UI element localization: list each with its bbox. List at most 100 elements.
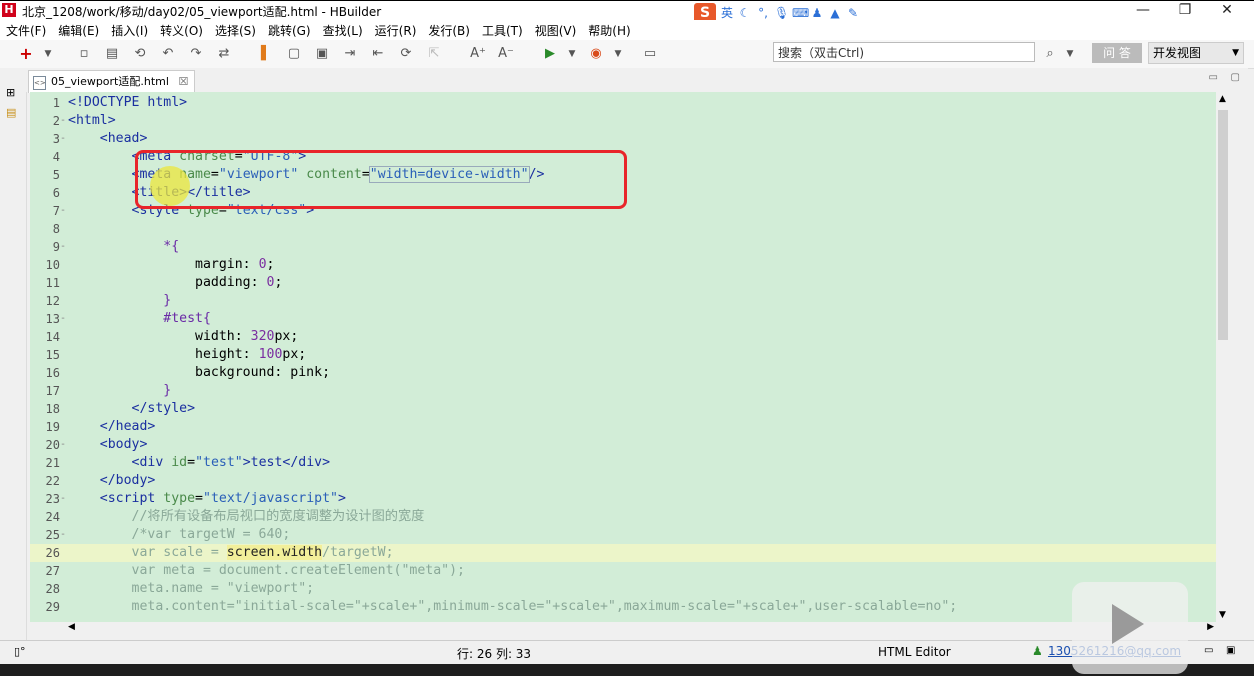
user-icon[interactable]: ♟ bbox=[810, 6, 824, 20]
menu-edit[interactable]: 编辑(E) bbox=[52, 22, 105, 39]
undo-icon[interactable]: ↶ bbox=[160, 46, 176, 62]
scroll-right-icon[interactable]: ▶ bbox=[1207, 622, 1214, 632]
format-icon[interactable]: ⇄ bbox=[216, 46, 232, 62]
view-select-label: 开发视图 bbox=[1153, 46, 1202, 60]
export-icon[interactable]: ⇱ bbox=[426, 46, 442, 62]
html-file-icon: <> bbox=[33, 76, 46, 90]
redo-icon[interactable]: ↷ bbox=[188, 46, 204, 62]
code-line: 10 margin: 0; bbox=[45, 257, 275, 272]
menu-file[interactable]: 文件(F) bbox=[0, 22, 52, 39]
code-line: 27 var meta = document.createElement("me… bbox=[45, 563, 465, 578]
save-icon[interactable]: ▫ bbox=[76, 46, 92, 62]
horizontal-scrollbar[interactable]: ◀ ▶ bbox=[66, 622, 1216, 636]
search-input[interactable]: 搜索（双击Ctrl) bbox=[773, 42, 1035, 62]
play-icon bbox=[1112, 604, 1144, 644]
browser-icon[interactable]: ◉ bbox=[588, 46, 604, 62]
tab-label: 05_viewport适配.html bbox=[51, 75, 169, 88]
restore-button[interactable]: ❐ bbox=[1170, 1, 1200, 21]
tab-close-icon[interactable]: ☒ bbox=[178, 75, 188, 88]
folder-icon[interactable]: ▤ bbox=[6, 106, 16, 119]
menu-escape[interactable]: 转义(O) bbox=[154, 22, 209, 39]
preview-icon[interactable]: ▭ bbox=[642, 46, 658, 62]
title-bar: H 北京_1208/work/移动/day02/05_viewport适配.ht… bbox=[0, 0, 1254, 23]
search-icon[interactable]: ⌕ bbox=[1042, 46, 1058, 62]
menu-tools[interactable]: 工具(T) bbox=[476, 22, 529, 39]
mic-icon[interactable]: 🎙 bbox=[774, 6, 789, 20]
cursor-position: 行: 26 列: 33 bbox=[457, 647, 532, 661]
run-icon[interactable]: ▶ bbox=[542, 46, 558, 62]
restore-panel-icon[interactable]: ▭ bbox=[1204, 645, 1213, 656]
taskbar-strip bbox=[0, 664, 1254, 676]
shirt-icon[interactable]: ▲ bbox=[828, 6, 842, 20]
code-line: 2- <html> bbox=[52, 113, 116, 128]
close-button[interactable]: ✕ bbox=[1212, 1, 1242, 21]
scroll-up-icon[interactable]: ▲ bbox=[1219, 94, 1226, 104]
menu-help[interactable]: 帮助(H) bbox=[582, 22, 636, 39]
search-dropdown-icon[interactable]: ▼ bbox=[1062, 46, 1078, 62]
open-file-icon[interactable]: ▣ bbox=[314, 46, 330, 62]
step-into-icon[interactable]: ⇥ bbox=[342, 46, 358, 62]
save-all-icon[interactable]: ▤ bbox=[104, 46, 120, 62]
code-line: 11 padding: 0; bbox=[45, 275, 283, 290]
code-line: 18 </style> bbox=[45, 401, 196, 416]
tab-viewport-html[interactable]: <> 05_viewport适配.html ☒ bbox=[28, 70, 196, 93]
scroll-left-icon[interactable]: ◀ bbox=[68, 622, 75, 632]
menu-insert[interactable]: 插入(I) bbox=[105, 22, 154, 39]
font-increase-icon[interactable]: A⁺ bbox=[470, 46, 486, 62]
revert-icon[interactable]: ⟲ bbox=[132, 46, 148, 62]
code-line: 8 bbox=[52, 222, 60, 236]
scroll-down-icon[interactable]: ▼ bbox=[1219, 610, 1226, 620]
browser-dropdown-icon[interactable]: ▼ bbox=[610, 46, 626, 62]
status-bar: ▯° 行: 26 列: 33 HTML Editor ♟ 1305261216@… bbox=[0, 640, 1254, 665]
code-line: 28 meta.name = "viewport"; bbox=[45, 581, 315, 596]
code-line-current: 26 var scale = screen.width/targetW; bbox=[30, 544, 1216, 562]
window-title: 北京_1208/work/移动/day02/05_viewport适配.html… bbox=[22, 5, 382, 19]
editor-mode: HTML Editor bbox=[878, 645, 951, 659]
code-line: 21 <div id="test">test</div> bbox=[45, 455, 331, 470]
refresh-icon[interactable]: ⟳ bbox=[398, 46, 414, 62]
ime-lang-toggle[interactable]: 英 bbox=[720, 6, 734, 20]
code-line: 3- <head> bbox=[52, 131, 148, 146]
chevron-down-icon: ▼ bbox=[1232, 48, 1239, 58]
tab-bar: <> 05_viewport适配.html ☒ ▭ ▢ bbox=[26, 68, 1248, 93]
qa-button[interactable]: 问 答 bbox=[1092, 43, 1142, 63]
menu-view[interactable]: 视图(V) bbox=[529, 22, 583, 39]
step-over-icon[interactable]: ⇤ bbox=[370, 46, 386, 62]
code-line: 14 width: 320px; bbox=[45, 329, 299, 344]
new-file-icon[interactable]: ▢ bbox=[286, 46, 302, 62]
new-icon[interactable]: + bbox=[18, 46, 34, 62]
bookmark-icon[interactable]: ▌ bbox=[258, 46, 274, 62]
moon-icon[interactable]: ☾ bbox=[738, 6, 752, 20]
code-line: 16 background: pink; bbox=[45, 365, 331, 380]
punctuation-icon[interactable]: °, bbox=[756, 6, 770, 20]
minimize-editor-icon[interactable]: ▭ bbox=[1209, 72, 1218, 83]
status-icon[interactable]: ▯° bbox=[14, 645, 26, 658]
menu-goto[interactable]: 跳转(G) bbox=[262, 22, 317, 39]
scroll-thumb[interactable] bbox=[1218, 110, 1228, 340]
annotation-box bbox=[135, 150, 627, 209]
menu-select[interactable]: 选择(S) bbox=[209, 22, 262, 39]
side-panel: ⊞ ▤ bbox=[0, 68, 27, 640]
vertical-scrollbar[interactable]: ▲ ▼ bbox=[1216, 92, 1230, 622]
project-icon[interactable]: ⊞ bbox=[6, 86, 15, 99]
keyboard-icon[interactable]: ⌨ bbox=[792, 6, 809, 20]
video-play-overlay[interactable] bbox=[1072, 582, 1188, 674]
maximize-panel-icon[interactable]: ▣ bbox=[1226, 645, 1235, 656]
code-line: 12 } bbox=[45, 293, 172, 308]
code-line: 9- *{ bbox=[52, 239, 180, 254]
wrench-icon[interactable]: ✎ bbox=[846, 6, 860, 20]
run-dropdown-icon[interactable]: ▼ bbox=[564, 46, 580, 62]
code-line: 19 </head> bbox=[45, 419, 156, 434]
menu-find[interactable]: 查找(L) bbox=[317, 22, 369, 39]
new-dropdown-icon[interactable]: ▼ bbox=[40, 46, 56, 62]
menu-run[interactable]: 运行(R) bbox=[369, 22, 423, 39]
view-select[interactable]: 开发视图 ▼ bbox=[1148, 42, 1244, 64]
hbuilder-logo-icon: H bbox=[2, 3, 16, 17]
menu-publish[interactable]: 发行(B) bbox=[422, 22, 476, 39]
menu-bar: 文件(F) 编辑(E) 插入(I) 转义(O) 选择(S) 跳转(G) 查找(L… bbox=[0, 20, 1254, 40]
code-line: 1 <!DOCTYPE html> bbox=[52, 95, 188, 110]
minimize-button[interactable]: — bbox=[1128, 1, 1158, 21]
font-decrease-icon[interactable]: A⁻ bbox=[498, 46, 514, 62]
maximize-editor-icon[interactable]: ▢ bbox=[1231, 72, 1240, 83]
user-icon: ♟ bbox=[1032, 644, 1043, 658]
